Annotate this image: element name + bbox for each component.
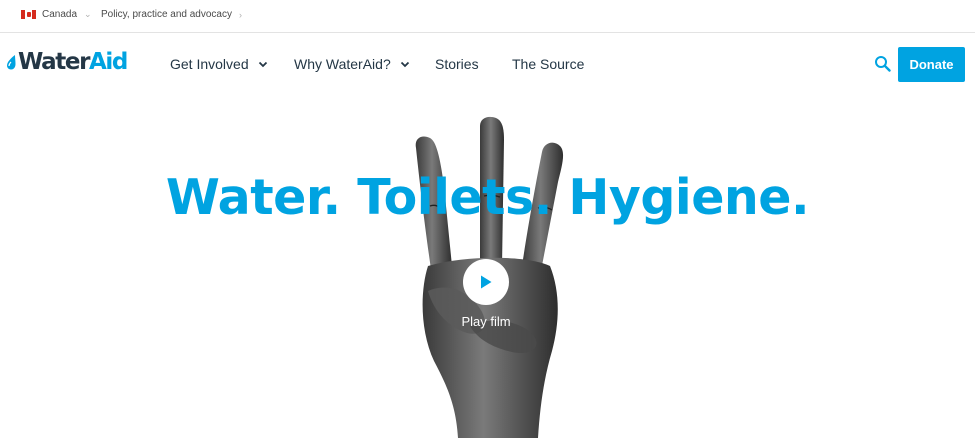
- utility-bar: Canada ⌄ Policy, practice and advocacy ›: [0, 0, 975, 33]
- country-selector[interactable]: Canada ⌄: [21, 9, 92, 20]
- search-icon[interactable]: [874, 55, 892, 73]
- play-icon: [481, 275, 492, 289]
- policy-link[interactable]: Policy, practice and advocacy ›: [101, 9, 242, 20]
- hero-headline: Water. Toilets. Hygiene.: [165, 169, 810, 226]
- chevron-down-icon: [258, 61, 267, 68]
- hero-banner: Water. Toilets. Hygiene. Play film: [0, 96, 975, 438]
- chevron-right-icon: ›: [239, 9, 242, 20]
- nav-why-wateraid[interactable]: Why WaterAid?: [294, 56, 410, 72]
- nav-label: Why WaterAid?: [294, 56, 391, 72]
- nav-the-source[interactable]: The Source: [512, 56, 584, 72]
- country-label: Canada: [42, 9, 78, 20]
- nav-get-involved[interactable]: Get Involved: [170, 56, 268, 72]
- chevron-down-icon: [400, 61, 409, 68]
- donate-button[interactable]: Donate: [898, 47, 965, 82]
- play-film-label[interactable]: Play film: [436, 314, 536, 329]
- nav-label: Stories: [435, 56, 479, 72]
- policy-label: Policy, practice and advocacy: [101, 9, 232, 20]
- nav-label: The Source: [512, 56, 585, 72]
- nav-stories[interactable]: Stories: [435, 56, 479, 72]
- main-nav: WaterAid Get Involved Why WaterAid? Stor…: [0, 34, 975, 96]
- chevron-down-icon: ⌄: [84, 9, 92, 19]
- water-drop-icon: [7, 55, 16, 70]
- wateraid-logo[interactable]: WaterAid: [6, 49, 128, 75]
- canada-flag-icon: [21, 10, 36, 19]
- logo-text: WaterAid: [18, 49, 128, 75]
- nav-label: Get Involved: [170, 56, 249, 72]
- play-film-button[interactable]: [463, 259, 509, 305]
